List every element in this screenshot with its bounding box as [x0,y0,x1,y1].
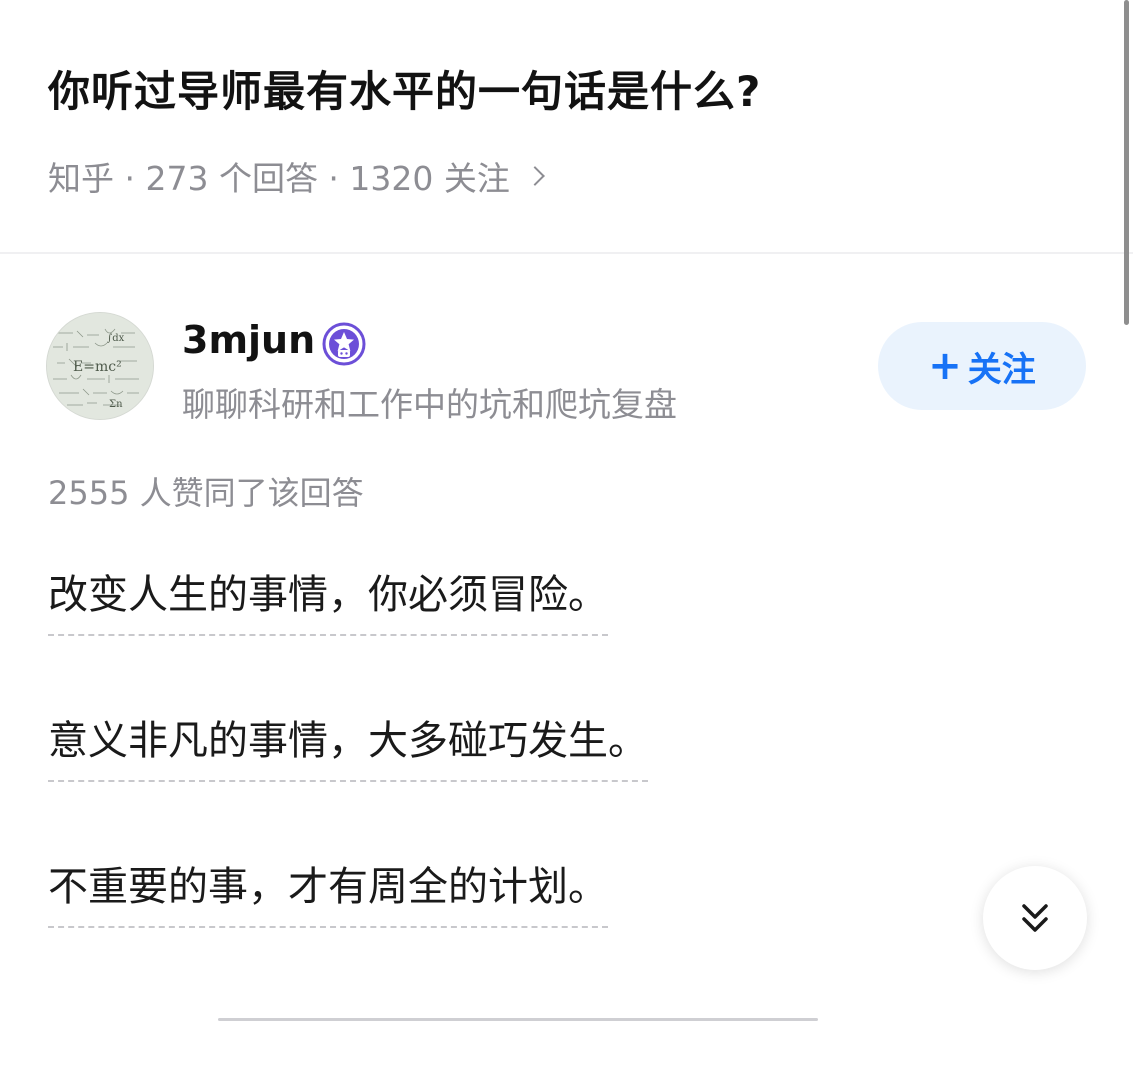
author-name[interactable]: 3mjun [182,318,315,362]
vote-count: 2555 人赞同了该回答 [48,474,364,512]
answer-card: E=mc² ∫dx Σn 3mjun 聊聊科研和工作中的坑和爬坑复盘 + 关注 … [0,256,1133,1080]
question-header[interactable]: 你听过导师最有水平的一句话是什么? 知乎 · 273 个回答 · 1320 关注 [0,0,1133,250]
avatar[interactable]: E=mc² ∫dx Σn [46,312,154,420]
plus-icon: + [928,343,962,389]
svg-text:Σn: Σn [109,399,123,410]
question-meta-text: 知乎 · 273 个回答 · 1320 关注 [48,159,510,198]
star-badge-icon [322,322,366,366]
svg-text:E=mc²: E=mc² [73,359,122,375]
answer-paragraph: 不重要的事，才有周全的计划。 [48,854,608,928]
follow-button[interactable]: + 关注 [878,322,1086,410]
question-title[interactable]: 你听过导师最有水平的一句话是什么? [48,58,761,119]
svg-text:∫dx: ∫dx [107,333,125,344]
scroll-down-button[interactable] [983,866,1087,970]
section-divider [0,252,1133,254]
avatar-formula-icon: E=mc² ∫dx Σn [47,313,153,419]
double-chevron-down-icon [1022,904,1048,932]
chevron-right-icon [524,166,545,186]
zhihu-answer-page: 你听过导师最有水平的一句话是什么? 知乎 · 273 个回答 · 1320 关注… [0,0,1133,1080]
answer-paragraph: 改变人生的事情，你必须冒险。 [48,562,608,636]
scrollbar[interactable] [1124,0,1129,325]
answer-paragraph: 意义非凡的事情，大多碰巧发生。 [48,708,648,782]
follow-button-label: 关注 [967,349,1036,390]
question-meta[interactable]: 知乎 · 273 个回答 · 1320 关注 [48,152,545,200]
home-indicator [218,1018,818,1021]
author-bio: 聊聊科研和工作中的坑和爬坑复盘 [182,385,677,424]
